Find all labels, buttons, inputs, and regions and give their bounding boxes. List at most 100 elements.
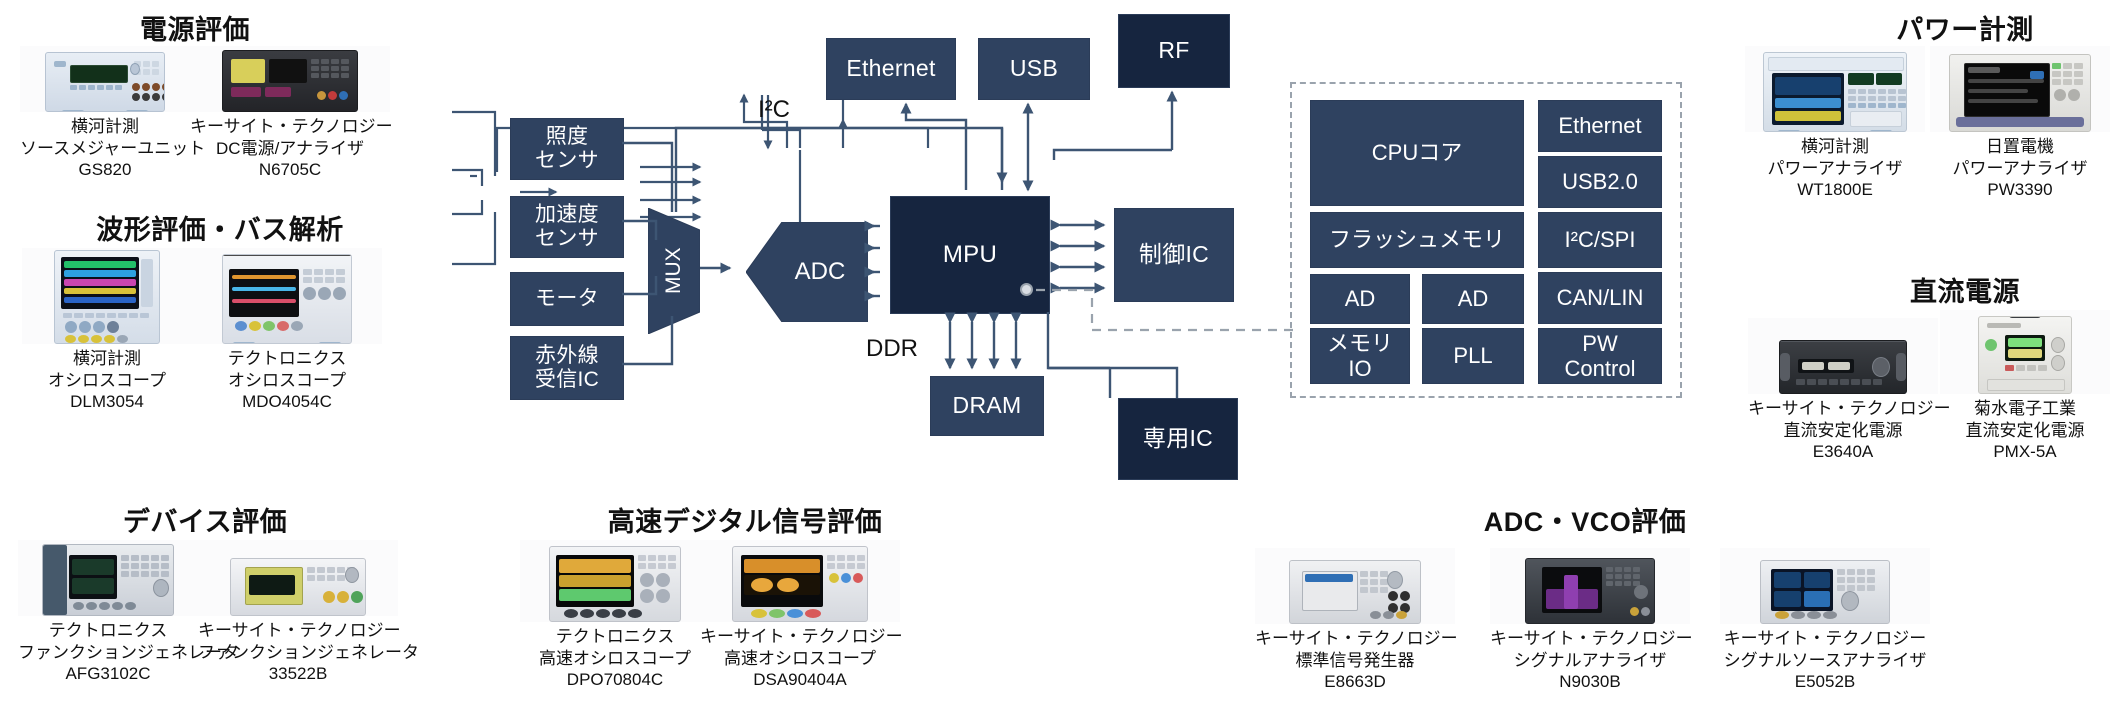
soc-block-flash-memory: フラッシュメモリ — [1310, 212, 1524, 268]
instrument-brand: キーサイト・テクノロジー — [1748, 399, 1951, 418]
block-label: CAN/LIN — [1556, 285, 1644, 311]
instrument-caption: キーサイト・テクノロジー 標準信号発生器 E8663D — [1255, 628, 1458, 693]
instrument-photo — [1720, 548, 1930, 624]
instrument-type: 標準信号発生器 — [1295, 650, 1415, 670]
instrument-card: キーサイト・テクノロジー 直流安定化電源 E3640A — [1748, 318, 1951, 463]
instrument-model: GS820 — [78, 160, 132, 180]
instrument-caption: テクトロニクス 高速オシロスコープ DPO70804C — [520, 626, 710, 691]
instrument-model: PMX-5A — [1993, 442, 2057, 462]
soc-block-can-lin: CAN/LIN — [1538, 272, 1662, 324]
mpu-port-dot — [1020, 283, 1033, 296]
instrument-caption: テクトロニクス ファンクションジェネレータ AFG3102C — [18, 620, 239, 685]
block-label: 赤外線 受信IC — [534, 344, 600, 391]
block-label: 制御IC — [1138, 241, 1210, 268]
instrument-card: 横河計測 ソースメジャーユニット GS820 — [20, 46, 205, 181]
diagram-block-mpu: MPU — [890, 196, 1050, 314]
instrument-model: N9030B — [1559, 672, 1621, 692]
soc-block-i2c-spi: I²C/SPI — [1538, 212, 1662, 268]
instrument-card: キーサイト・テクノロジー シグナルアナライザ N9030B — [1490, 548, 1693, 693]
block-label: 加速度 センサ — [535, 203, 599, 250]
instrument-card: 菊水電子工業 直流安定化電源 PMX-5A — [1940, 310, 2110, 463]
block-label: メモリ IO — [1326, 330, 1393, 381]
instrument-brand: 横河計測 — [1801, 137, 1869, 156]
instrument-photo — [700, 540, 900, 622]
instrument-brand: テクトロニクス — [555, 627, 675, 646]
diagram-block-mux: MUX — [648, 208, 700, 334]
instrument-type: 高速オシロスコープ — [724, 648, 876, 668]
instrument-card: 横河計測 オシロスコープ DLM3054 — [22, 248, 192, 413]
instrument-photo — [22, 248, 192, 344]
instrument-type: 直流安定化電源 — [1783, 420, 1903, 440]
instrument-brand: 横河計測 — [71, 117, 139, 136]
diagram-block-rf: RF — [1118, 14, 1230, 88]
block-label: DRAM — [952, 392, 1022, 419]
soc-block-ad-2: AD — [1422, 274, 1524, 324]
instrument-photo — [1940, 310, 2110, 394]
soc-block-ad-1: AD — [1310, 274, 1410, 324]
instrument-photo — [1490, 548, 1690, 624]
instrument-card: 横河計測 パワーアナライザ WT1800E — [1745, 46, 1925, 201]
instrument-card: キーサイト・テクノロジー 標準信号発生器 E8663D — [1255, 548, 1458, 693]
instrument-brand: キーサイト・テクノロジー — [1723, 629, 1927, 648]
instrument-caption: キーサイト・テクノロジー 直流安定化電源 E3640A — [1748, 398, 1951, 463]
instrument-model: E8663D — [1324, 672, 1386, 692]
instrument-photo — [192, 248, 382, 344]
instrument-caption: 日置電機 パワーアナライザ PW3390 — [1930, 136, 2110, 201]
instrument-caption: キーサイト・テクノロジー ファンクションジェネレータ 33522B — [198, 620, 419, 685]
block-label: モータ — [535, 287, 599, 311]
instrument-model: 33522B — [268, 664, 328, 684]
instrument-brand: 横河計測 — [73, 349, 141, 368]
instrument-card: テクトロニクス 高速オシロスコープ DPO70804C — [520, 540, 710, 691]
instrument-type: 直流安定化電源 — [1965, 420, 2085, 440]
block-label: USB — [1009, 55, 1059, 82]
instrument-photo — [1930, 46, 2110, 132]
block-label: USB2.0 — [1562, 169, 1638, 195]
diagram-block-ir-receiver: 赤外線 受信IC — [510, 336, 624, 400]
block-label: フラッシュメモリ — [1328, 227, 1505, 253]
instrument-card: テクトロニクス オシロスコープ MDO4054C — [192, 248, 382, 413]
soc-block-pw-control: PW Control — [1538, 328, 1662, 384]
soc-block-pll: PLL — [1422, 328, 1524, 384]
instrument-photo — [198, 540, 398, 616]
instrument-type: 高速オシロスコープ — [539, 648, 691, 668]
section-title-highspeed-digital: 高速デジタル信号評価 — [607, 507, 883, 537]
instrument-type: ファンクションジェネレータ — [198, 642, 419, 662]
instrument-caption: 横河計測 オシロスコープ DLM3054 — [22, 348, 192, 413]
soc-block-cpu-core: CPUコア — [1310, 100, 1524, 206]
instrument-model: WT1800E — [1797, 180, 1873, 200]
instrument-model: E5052B — [1794, 672, 1856, 692]
diagram-block-usb: USB — [978, 38, 1090, 100]
instrument-brand: 日置電機 — [1986, 137, 2054, 156]
block-label: AD — [1457, 286, 1489, 312]
diagram-block-control-ic: 制御IC — [1114, 208, 1234, 302]
soc-block-usb20: USB2.0 — [1538, 156, 1662, 208]
block-label: Ethernet — [846, 55, 936, 82]
instrument-caption: テクトロニクス オシロスコープ MDO4054C — [192, 348, 382, 413]
instrument-model: E3640A — [1812, 442, 1874, 462]
section-title-waveform-bus: 波形評価・バス解析 — [96, 215, 344, 245]
instrument-model: MDO4054C — [242, 392, 332, 412]
instrument-model: N6705C — [258, 160, 322, 180]
instrument-card: 日置電機 パワーアナライザ PW3390 — [1930, 46, 2110, 201]
block-label: MPU — [942, 240, 998, 268]
instrument-type: パワーアナライザ — [1767, 158, 1903, 178]
instrument-type: オシロスコープ — [228, 370, 346, 390]
instrument-photo — [520, 540, 710, 622]
block-label: RF — [1158, 37, 1190, 64]
instrument-photo — [1255, 548, 1455, 624]
instrument-brand: キーサイト・テクノロジー — [198, 621, 401, 640]
block-label: MUX — [662, 247, 685, 295]
instrument-photo — [190, 46, 390, 112]
instrument-caption: キーサイト・テクノロジー 高速オシロスコープ DSA90404A — [700, 626, 903, 691]
instrument-model: DLM3054 — [70, 392, 144, 412]
diagram-block-adc: ADC — [746, 222, 868, 322]
instrument-caption: キーサイト・テクノロジー シグナルアナライザ N9030B — [1490, 628, 1693, 693]
bus-label-i2c: I²C — [758, 96, 790, 123]
instrument-type: シグナルソースアナライザ — [1723, 650, 1927, 670]
diagram-block-dedicated-ic: 専用IC — [1118, 398, 1238, 480]
instrument-type: オシロスコープ — [48, 370, 166, 390]
section-title-device-eval: デバイス評価 — [122, 507, 288, 537]
diagram-block-dram: DRAM — [930, 376, 1044, 436]
block-label: CPUコア — [1371, 140, 1463, 166]
instrument-type: ファンクションジェネレータ — [18, 642, 239, 662]
